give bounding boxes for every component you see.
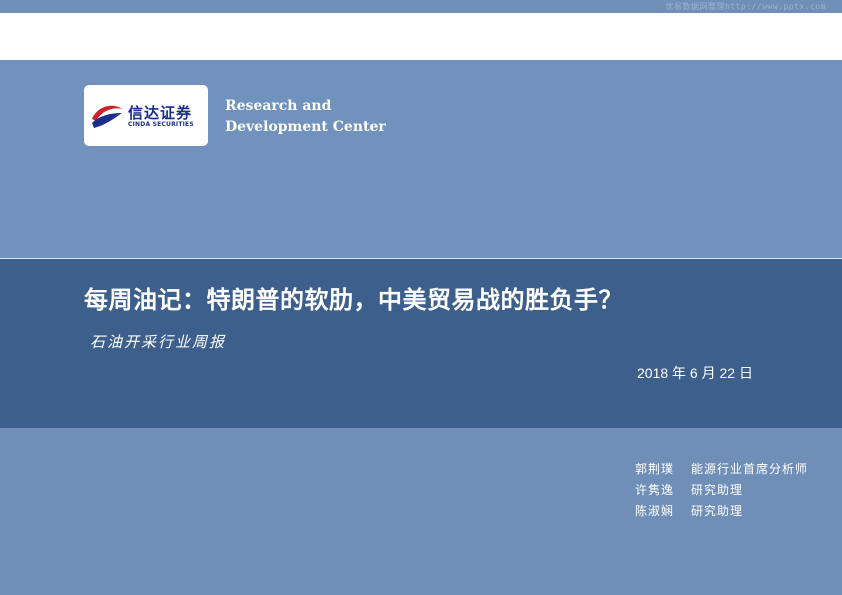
logo-english-name: CINDA SECURITIES	[128, 121, 194, 128]
research-center-line-2: Development Center	[225, 119, 386, 135]
author-name: 郭荆璞	[635, 462, 675, 476]
author-role: 研究助理	[691, 504, 744, 518]
cinda-logo-mark-icon	[92, 105, 122, 128]
author-name: 许隽逸	[635, 483, 675, 497]
author-row: 许隽逸 研究助理	[635, 481, 808, 502]
author-name: 陈淑娴	[635, 504, 675, 518]
cinda-logo: 信达证券 CINDA SECURITIES	[84, 85, 208, 146]
logo-chinese-name: 信达证券	[128, 104, 193, 122]
author-list: 郭荆璞 能源行业首席分析师 许隽逸 研究助理 陈淑娴 研究助理	[635, 460, 808, 523]
research-center-line-1: Research and	[225, 98, 332, 114]
watermark-text: 优易数据网整理http://www.pptx.com	[665, 2, 826, 11]
report-subtitle: 石油开采行业周报	[90, 333, 227, 351]
top-strip: 优易数据网整理http://www.pptx.com	[0, 0, 842, 13]
research-center-label: Research and Development Center	[225, 96, 386, 138]
author-role: 能源行业首席分析师	[691, 462, 809, 476]
report-date: 2018 年 6 月 22 日	[637, 365, 753, 381]
header-white-band	[0, 13, 842, 60]
author-row: 郭荆璞 能源行业首席分析师	[635, 460, 808, 481]
author-row: 陈淑娴 研究助理	[635, 502, 808, 523]
author-role: 研究助理	[691, 483, 744, 497]
report-title: 每周油记：特朗普的软肋，中美贸易战的胜负手？	[84, 286, 623, 314]
